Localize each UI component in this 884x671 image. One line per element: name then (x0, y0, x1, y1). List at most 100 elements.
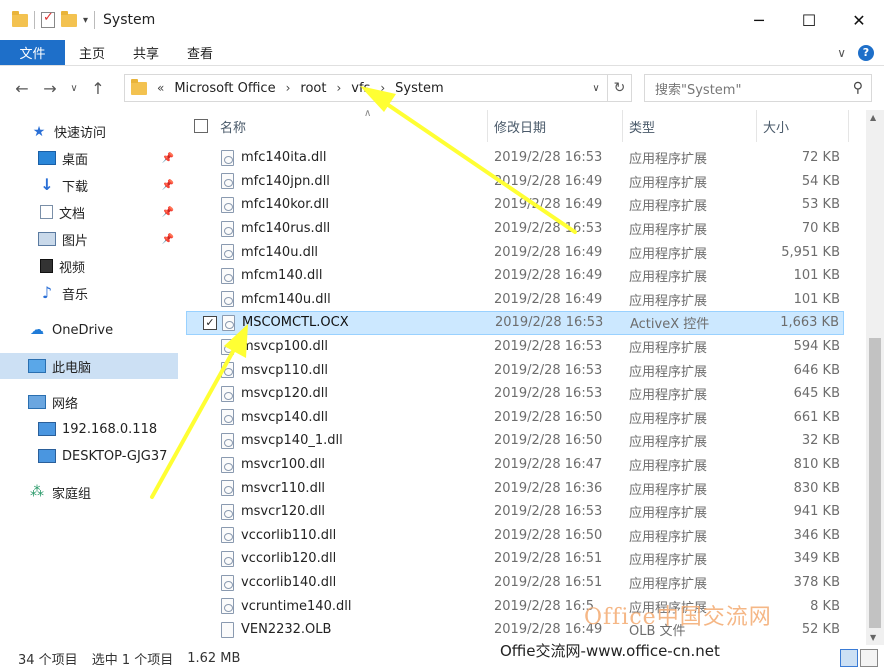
file-row[interactable]: mfc140rus.dll 2019/2/28 16:53 应用程序扩展 70 KB (186, 217, 844, 241)
search-input[interactable]: 搜索"System" (655, 79, 741, 98)
file-row[interactable]: mfcm140.dll 2019/2/28 16:49 应用程序扩展 101 KB (186, 264, 844, 288)
file-date: 2019/2/28 16:53 (494, 504, 603, 520)
file-row[interactable]: msvcp140_1.dll 2019/2/28 16:50 应用程序扩展 32 KB (186, 429, 844, 453)
pin-icon[interactable]: 📌 (162, 234, 174, 245)
tab-share[interactable]: 共享 (119, 40, 173, 65)
view-switcher (840, 649, 878, 667)
file-date: 2019/2/28 16:51 (494, 575, 603, 591)
breadcrumb-microsoft-office[interactable]: Microsoft Office (174, 81, 275, 96)
pin-icon[interactable]: 📌 (162, 207, 174, 218)
sidebar-item-network[interactable]: 网络 (0, 389, 178, 415)
sidebar-item-onedrive[interactable]: ☁ OneDrive (0, 317, 178, 343)
sidebar-item-quick-access[interactable]: ★ 快速访问 (0, 118, 178, 144)
file-row[interactable]: msvcp100.dll 2019/2/28 16:53 应用程序扩展 594 KB (186, 335, 844, 359)
file-icon (221, 220, 234, 237)
file-row[interactable]: ✓ MSCOMCTL.OCX 2019/2/28 16:53 ActiveX 控件 1,… (186, 311, 844, 335)
chevron-right-icon[interactable]: › (380, 81, 385, 95)
sidebar-item-label: DESKTOP-GJG37 (62, 448, 168, 464)
file-row[interactable]: mfc140jpn.dll 2019/2/28 16:49 应用程序扩展 54 KB (186, 170, 844, 194)
file-row[interactable]: mfc140u.dll 2019/2/28 16:49 应用程序扩展 5,951 KB (186, 240, 844, 264)
sidebar-item-host-192-168-0-118[interactable]: 192.168.0.118 (0, 416, 178, 442)
file-row[interactable]: mfc140ita.dll 2019/2/28 16:53 应用程序扩展 72 KB (186, 146, 844, 170)
recent-locations-dropdown[interactable]: ∨ (64, 83, 84, 94)
homegroup-icon: ⁂ (30, 484, 44, 500)
sidebar-item-this-pc[interactable]: 此电脑 (0, 353, 178, 379)
file-row[interactable]: msvcr100.dll 2019/2/28 16:47 应用程序扩展 810 KB (186, 453, 844, 477)
tab-home[interactable]: 主页 (65, 40, 119, 65)
chevron-right-icon[interactable]: › (336, 81, 341, 95)
back-button[interactable]: ← (8, 79, 36, 98)
file-row[interactable]: msvcp110.dll 2019/2/28 16:53 应用程序扩展 646 KB (186, 358, 844, 382)
music-icon: ♪ (41, 283, 53, 302)
file-size: 346 KB (793, 527, 840, 543)
row-checkbox[interactable]: ✓ (203, 315, 217, 330)
column-header-type[interactable]: 类型 (623, 110, 757, 142)
sidebar-item-pictures[interactable]: 图片 📌 (0, 226, 178, 252)
file-size: 101 KB (793, 268, 840, 284)
breadcrumb-vfs[interactable]: vfs (351, 81, 370, 96)
file-row[interactable]: vccorlib140.dll 2019/2/28 16:51 应用程序扩展 378 … (186, 571, 844, 595)
large-icons-view-icon[interactable] (860, 649, 878, 667)
forward-button[interactable]: → (36, 79, 64, 98)
file-date: 2019/2/28 16:49 (494, 291, 603, 307)
file-row[interactable]: vccorlib110.dll 2019/2/28 16:50 应用程序扩展 346 … (186, 524, 844, 548)
refresh-button[interactable]: ↻ (607, 75, 631, 101)
minimize-button[interactable]: ─ (734, 0, 784, 40)
file-icon (221, 456, 234, 473)
address-history-dropdown[interactable]: ∨ (585, 83, 607, 94)
selected-count: 选中 1 个项目 (91, 652, 174, 668)
breadcrumb-root[interactable]: root (300, 81, 326, 96)
file-row[interactable]: msvcr120.dll 2019/2/28 16:53 应用程序扩展 941 KB (186, 500, 844, 524)
file-row[interactable]: msvcr110.dll 2019/2/28 16:36 应用程序扩展 830 KB (186, 476, 844, 500)
scrollbar-thumb[interactable] (869, 338, 881, 628)
select-all-checkbox[interactable] (194, 119, 208, 133)
maximize-button[interactable]: ☐ (784, 0, 834, 40)
file-type: 应用程序扩展 (629, 529, 708, 545)
file-date: 2019/2/28 16:53 (495, 315, 604, 331)
pictures-icon (38, 232, 56, 246)
scroll-down-arrow-icon[interactable]: ▼ (870, 633, 876, 642)
file-icon (221, 550, 234, 567)
file-icon (221, 267, 234, 284)
sidebar-item-homegroup[interactable]: ⁂ 家庭组 (0, 479, 178, 505)
chevron-right-icon[interactable]: › (286, 81, 291, 95)
file-row[interactable]: mfc140kor.dll 2019/2/28 16:49 应用程序扩展 53 KB (186, 193, 844, 217)
up-button[interactable]: ↑ (84, 79, 112, 98)
expand-ribbon-icon[interactable]: ∨ (837, 46, 846, 60)
pin-icon[interactable]: 📌 (162, 180, 174, 191)
vertical-scrollbar[interactable]: ▲ ▼ (866, 110, 884, 645)
file-row[interactable]: msvcp140.dll 2019/2/28 16:50 应用程序扩展 661 KB (186, 406, 844, 430)
file-row[interactable]: msvcp120.dll 2019/2/28 16:53 应用程序扩展 645 KB (186, 382, 844, 406)
file-name: vccorlib110.dll (241, 527, 337, 543)
column-header-date[interactable]: 修改日期 (488, 110, 623, 142)
sidebar-item-downloads[interactable]: ↓ 下载 📌 (0, 172, 178, 198)
scroll-up-arrow-icon[interactable]: ▲ (870, 113, 876, 122)
new-folder-icon[interactable] (61, 10, 77, 27)
hidden-path-chevron[interactable]: « (157, 81, 164, 95)
close-button[interactable]: ✕ (834, 0, 884, 40)
watermark-url: Offie交流网-www.office-cn.net (500, 640, 720, 661)
search-box[interactable]: 搜索"System" ⚲ (644, 74, 872, 102)
column-header-name[interactable]: ∧ 名称 (214, 110, 488, 142)
sidebar-item-desktop-gjg37[interactable]: DESKTOP-GJG37 (0, 443, 178, 469)
sidebar-item-music[interactable]: ♪ 音乐 (0, 280, 178, 306)
customize-toolbar-dropdown[interactable]: ▾ (83, 15, 88, 26)
file-type: 应用程序扩展 (629, 411, 708, 427)
address-bar[interactable]: « Microsoft Office › root › vfs › System… (124, 74, 632, 102)
file-row[interactable]: vccorlib120.dll 2019/2/28 16:51 应用程序扩展 349 … (186, 547, 844, 571)
sidebar-item-videos[interactable]: 视频 (0, 253, 178, 279)
properties-icon[interactable] (41, 10, 55, 28)
sidebar-item-desktop[interactable]: 桌面 📌 (0, 145, 178, 171)
breadcrumb-system[interactable]: System (395, 81, 443, 96)
help-icon[interactable]: ? (858, 44, 874, 61)
sidebar-item-documents[interactable]: 文档 📌 (0, 199, 178, 225)
tab-view[interactable]: 查看 (173, 40, 227, 65)
tab-file[interactable]: 文件 (0, 40, 65, 65)
pin-icon[interactable]: 📌 (162, 153, 174, 164)
file-type: 应用程序扩展 (629, 364, 708, 380)
column-header-size[interactable]: 大小 (757, 110, 849, 142)
details-view-icon[interactable] (840, 649, 858, 667)
file-row[interactable]: mfcm140u.dll 2019/2/28 16:49 应用程序扩展 101 KB (186, 288, 844, 312)
watermark: Office中国交流网 (584, 605, 772, 630)
file-date: 2019/2/28 16:53 (494, 150, 603, 166)
